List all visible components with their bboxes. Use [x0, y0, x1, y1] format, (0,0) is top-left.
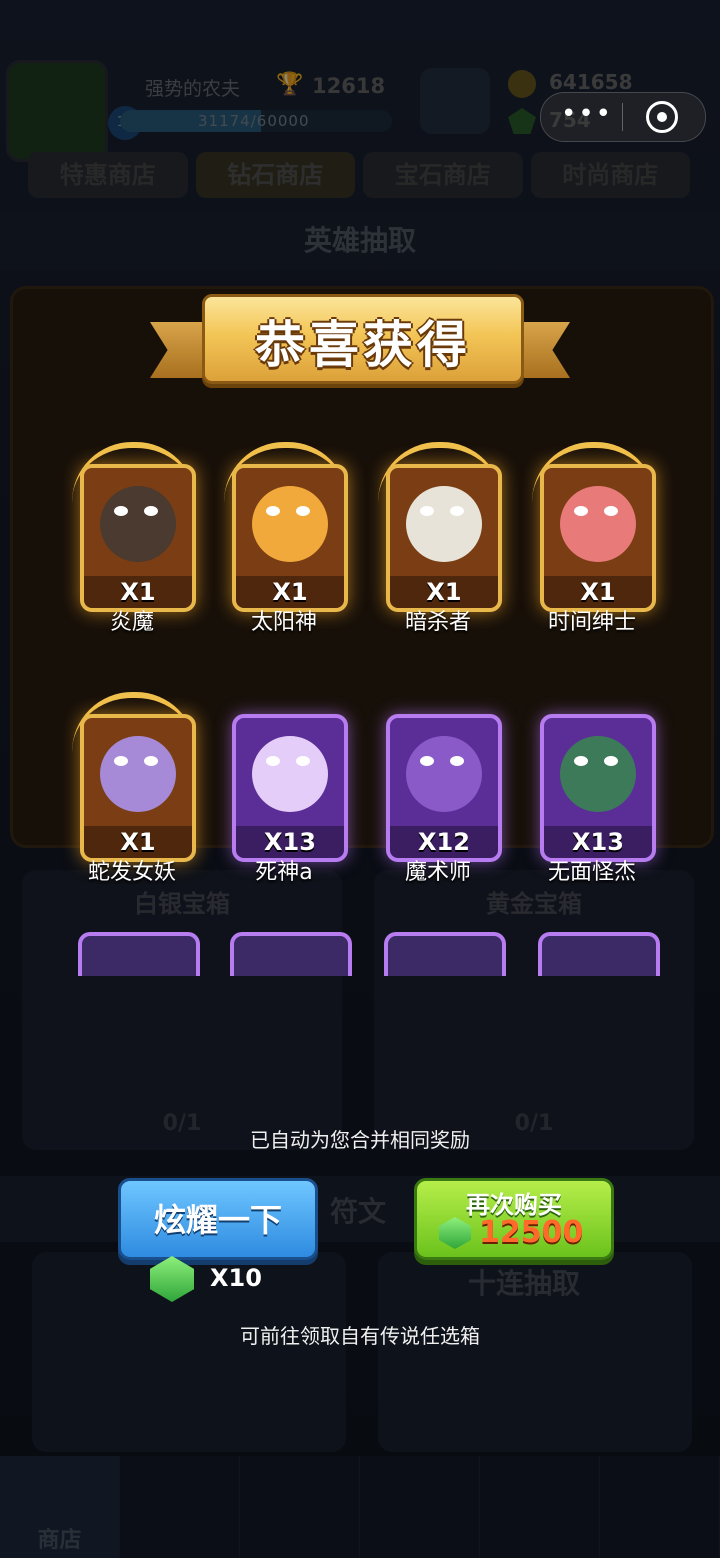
hero-portrait-frame: X13: [540, 714, 656, 862]
hero-eye: [266, 756, 280, 766]
hero-reward-card: X1 暗杀者: [374, 442, 502, 635]
congrats-ribbon: 恭喜获得: [150, 286, 570, 386]
reward-card-partial: [538, 932, 660, 976]
hero-portrait-frame: X1: [232, 464, 348, 612]
hero-reward-card: X13 死神a: [220, 692, 348, 885]
capsule-divider: [622, 103, 623, 131]
hero-eye: [144, 756, 158, 766]
hero-portrait-frame: X1: [540, 464, 656, 612]
hero-name: 时间绅士: [547, 610, 636, 635]
reward-card-partial: [384, 932, 506, 976]
reward-card-partial: [78, 932, 200, 976]
gem-icon: [439, 1217, 471, 1249]
buy-again-button[interactable]: 再次购买 12500: [414, 1178, 614, 1260]
hero-eye: [144, 506, 158, 516]
hero-eye: [114, 506, 128, 516]
hero-eye: [574, 506, 588, 516]
hero-portrait-frame: X1: [386, 464, 502, 612]
hero-name: 魔术师: [404, 860, 471, 885]
hero-reward-card: X1 时间绅士: [528, 442, 656, 635]
hero-reward-card: X1 蛇发女妖: [68, 692, 196, 885]
more-options-icon[interactable]: •••: [561, 99, 613, 129]
hero-eye: [604, 506, 618, 516]
reward-card-partial: [230, 932, 352, 976]
hero-eye: [604, 756, 618, 766]
hero-eye: [450, 506, 464, 516]
hero-eye: [420, 756, 434, 766]
hero-name: 炎魔: [109, 610, 154, 635]
hero-portrait-frame: X12: [386, 714, 502, 862]
show-off-label: 炫耀一下: [153, 1201, 282, 1239]
hero-portrait: [252, 736, 328, 812]
hero-portrait: [406, 736, 482, 812]
ribbon-body: 恭喜获得: [202, 294, 524, 384]
hero-name: 死神a: [255, 860, 313, 885]
hero-name: 无面怪杰: [547, 860, 636, 885]
hero-eye: [114, 756, 128, 766]
hero-name: 暗杀者: [404, 610, 471, 635]
hero-eye: [296, 756, 310, 766]
hero-eye: [420, 506, 434, 516]
hero-portrait: [100, 736, 176, 812]
merge-hint: 已自动为您合并相同奖励: [250, 1128, 470, 1152]
close-miniprogram-icon[interactable]: [646, 101, 678, 133]
hero-eye: [450, 756, 464, 766]
buy-again-price: 12500: [479, 1215, 584, 1250]
hero-portrait: [406, 486, 482, 562]
hero-portrait: [100, 486, 176, 562]
popup-title: 恭喜获得: [255, 316, 471, 374]
hero-name: 蛇发女妖: [87, 860, 176, 885]
hero-portrait: [252, 486, 328, 562]
hero-eye: [296, 506, 310, 516]
hero-eye: [266, 506, 280, 516]
legend-chest-hint: 可前往领取自有传说任选箱: [240, 1324, 480, 1348]
hero-reward-card: X12 魔术师: [374, 692, 502, 885]
hero-reward-card: X1 炎魔: [68, 442, 196, 635]
hero-portrait: [560, 736, 636, 812]
hero-portrait-frame: X1: [80, 714, 196, 862]
miniprogram-capsule[interactable]: •••: [540, 92, 706, 142]
hero-portrait-frame: X1: [80, 464, 196, 612]
show-off-reward-qty: X10: [210, 1264, 262, 1292]
hero-portrait-frame: X13: [232, 714, 348, 862]
hero-reward-card: X1 太阳神: [220, 442, 348, 635]
show-off-button[interactable]: 炫耀一下: [118, 1178, 318, 1260]
hero-eye: [574, 756, 588, 766]
hero-name: 太阳神: [250, 610, 317, 635]
hero-reward-card: X13 无面怪杰: [528, 692, 656, 885]
hero-portrait: [560, 486, 636, 562]
